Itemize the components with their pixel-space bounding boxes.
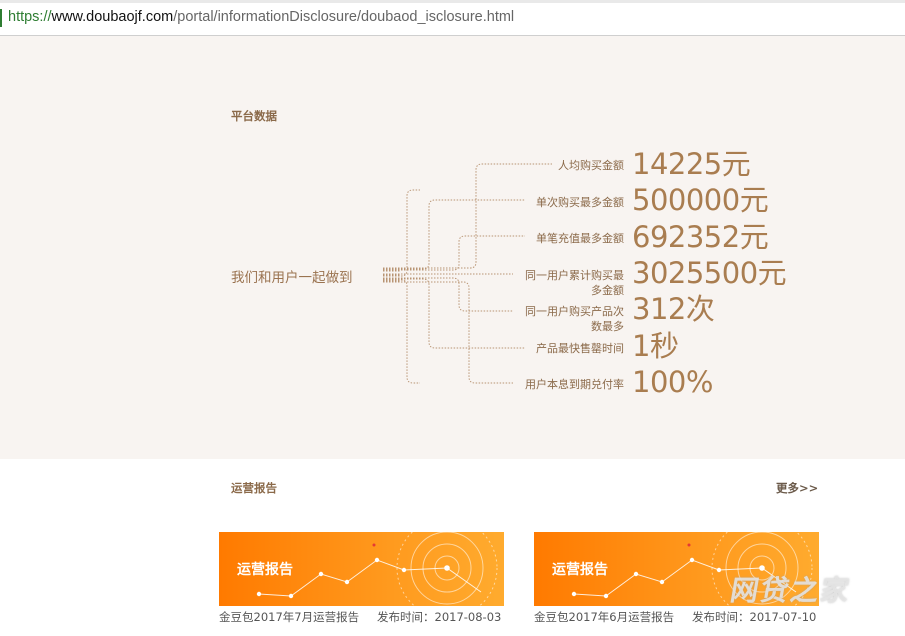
report-name[interactable]: 金豆包2017年6月运营报告	[534, 609, 674, 625]
report-name[interactable]: 金豆包2017年7月运营报告	[219, 609, 359, 625]
hub-text: 我们和用户一起做到	[231, 270, 353, 286]
url-host: www.doubaojf.com	[51, 9, 174, 25]
stat-value-max-recharge: 692352元	[632, 220, 769, 254]
reports-title: 运营报告	[231, 481, 277, 495]
stat-label-fastest-sellout: 产品最快售罄时间	[536, 342, 624, 355]
stat-value-fastest-sellout: 1秒	[632, 329, 679, 363]
connector-lines	[383, 163, 552, 384]
connector-line	[383, 279, 420, 384]
connector-line	[383, 281, 513, 384]
stat-label-max-purchase-count: 同一用户购买产品次 数最多	[525, 305, 624, 333]
report-card[interactable]: 运营报告 金豆包2017年7月运营报告 发布时间：2017-08-03	[219, 532, 504, 636]
banner-title: 运营报告	[237, 562, 293, 578]
stat-value-max-purchase-count: 312次	[632, 292, 715, 326]
secure-indicator	[0, 9, 2, 27]
address-bar[interactable]: https://www.doubaojf.com/portal/informat…	[0, 0, 905, 36]
connector-line	[383, 199, 525, 270]
watermark-logo: 网贷之家	[727, 574, 854, 607]
connector-line	[383, 189, 420, 277]
connector-line	[383, 235, 525, 271]
stat-value-repayment-rate: 100%	[632, 365, 713, 399]
url-path: /portal/informationDisclosure/doubaod_is…	[173, 9, 515, 25]
banner-title: 运营报告	[552, 562, 608, 578]
more-link[interactable]: 更多>>	[776, 480, 818, 496]
report-banner[interactable]: 运营报告	[219, 532, 504, 606]
stat-label-repayment-rate: 用户本息到期兑付率	[525, 378, 624, 391]
url-text[interactable]: https://www.doubaojf.com/portal/informat…	[8, 9, 514, 25]
connector-line	[383, 163, 552, 269]
stat-label-max-cumulative: 同一用户累计购买最 多金额	[525, 269, 624, 297]
connector-line	[383, 277, 513, 312]
connector-line	[383, 278, 525, 349]
report-date: 发布时间：2017-07-10	[692, 610, 817, 624]
stat-label-avg-purchase: 人均购买金额	[558, 159, 624, 172]
stat-value-avg-purchase: 14225元	[632, 147, 751, 181]
tab-strip-edge	[0, 0, 905, 3]
reports-section: 运营报告 更多>> 运营报告 金豆包2017年7月运营报告 发布时间：2017-…	[0, 459, 905, 636]
stat-label-max-recharge: 单笔充值最多金额	[536, 232, 624, 245]
stat-value-max-single-purchase: 500000元	[632, 183, 769, 217]
report-date: 发布时间：2017-08-03	[377, 610, 502, 624]
stat-label-max-single-purchase: 单次购买最多金额	[536, 196, 624, 209]
stat-value-max-cumulative: 3025500元	[632, 256, 787, 290]
platform-data-section: 平台数据 我们和用户一起做到 人均购买金额 单次购买最多金额 单笔充值最多金额 …	[0, 36, 905, 459]
url-scheme: https://	[8, 9, 52, 25]
